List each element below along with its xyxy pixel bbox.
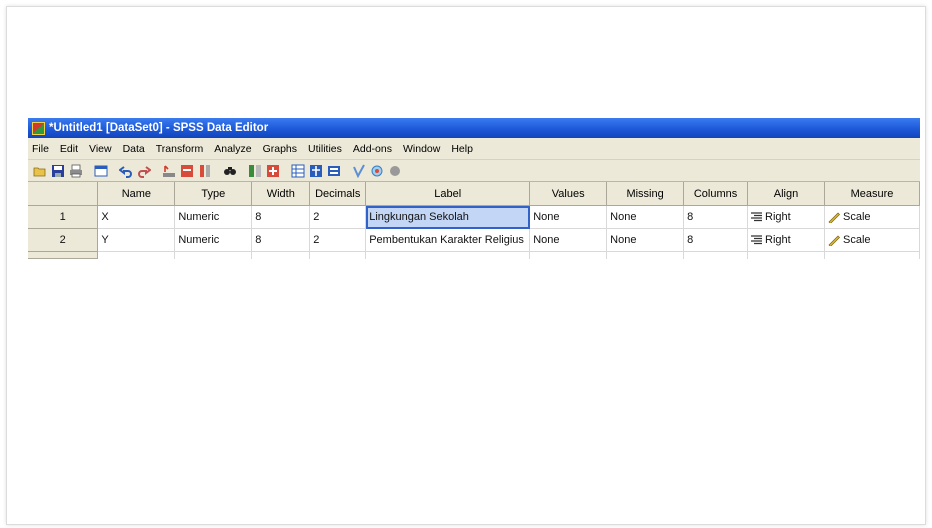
cell-empty[interactable]: [251, 251, 311, 259]
scale-ruler-icon: [828, 212, 840, 224]
cell-values[interactable]: None: [529, 228, 608, 252]
cell-empty[interactable]: [529, 251, 608, 259]
column-header-width[interactable]: Width: [251, 182, 311, 206]
use-sets-icon[interactable]: [326, 164, 341, 178]
cell-decimals[interactable]: 2: [309, 228, 367, 252]
column-header-decimals[interactable]: Decimals: [309, 182, 367, 206]
menu-view[interactable]: View: [89, 143, 112, 155]
script-icon[interactable]: [369, 164, 384, 178]
cell-align[interactable]: Right: [747, 205, 825, 229]
row-number[interactable]: [28, 251, 99, 259]
cell-missing[interactable]: None: [606, 228, 685, 252]
column-header-missing[interactable]: Missing: [606, 182, 685, 206]
align-right-icon: [751, 235, 763, 245]
menu-help[interactable]: Help: [451, 143, 473, 155]
spss-app-icon: [32, 121, 45, 135]
corner-cell[interactable]: [28, 182, 99, 206]
cell-label-selected[interactable]: Lingkungan Sekolah: [365, 205, 531, 229]
goto-case-icon[interactable]: [161, 164, 176, 178]
spelling-icon[interactable]: [351, 164, 366, 178]
menu-analyze[interactable]: Analyze: [214, 143, 251, 155]
header-row: Name Type Width Decimals Label Values Mi…: [28, 182, 920, 206]
row-number[interactable]: 2: [28, 228, 99, 252]
cell-type[interactable]: Numeric: [174, 228, 253, 252]
title-bar[interactable]: *Untitled1 [DataSet0] - SPSS Data Editor: [28, 118, 920, 138]
scale-ruler-icon: [828, 235, 840, 247]
table-row: 1 X Numeric 8 2 Lingkungan Sekolah None …: [28, 205, 920, 229]
screenshot-frame: [6, 6, 926, 525]
cell-columns[interactable]: 8: [683, 205, 749, 229]
cell-empty[interactable]: [824, 251, 920, 259]
align-right-icon: [751, 212, 763, 222]
column-header-label[interactable]: Label: [365, 182, 531, 206]
cell-missing[interactable]: None: [606, 205, 685, 229]
table-row: 2 Y Numeric 8 2 Pembentukan Karakter Rel…: [28, 228, 920, 252]
align-value: Right: [765, 211, 791, 223]
table-row-partial: [28, 251, 920, 259]
cell-measure[interactable]: Scale: [824, 205, 920, 229]
cell-name[interactable]: X: [97, 205, 176, 229]
cell-empty[interactable]: [606, 251, 685, 259]
cell-empty[interactable]: [747, 251, 825, 259]
insert-variable-icon[interactable]: [197, 164, 212, 178]
column-header-columns[interactable]: Columns: [683, 182, 749, 206]
cell-empty[interactable]: [365, 251, 531, 259]
variable-view-grid: Name Type Width Decimals Label Values Mi…: [28, 182, 920, 259]
menu-add-ons[interactable]: Add-ons: [353, 143, 392, 155]
save-icon[interactable]: [50, 164, 65, 178]
print-icon[interactable]: [68, 164, 83, 178]
row-number[interactable]: 1: [28, 205, 99, 229]
split-file-icon[interactable]: [247, 164, 262, 178]
redo-icon[interactable]: [136, 164, 151, 178]
cell-columns[interactable]: 8: [683, 228, 749, 252]
find-icon[interactable]: [222, 164, 237, 178]
cell-decimals[interactable]: 2: [309, 205, 367, 229]
cell-measure[interactable]: Scale: [824, 228, 920, 252]
cell-label[interactable]: Pembentukan Karakter Religius: [365, 228, 531, 252]
column-header-values[interactable]: Values: [529, 182, 608, 206]
select-cases-icon[interactable]: [290, 164, 305, 178]
cell-width[interactable]: 8: [251, 205, 311, 229]
dialog-recall-icon[interactable]: [93, 164, 108, 178]
menu-data[interactable]: Data: [123, 143, 145, 155]
column-header-align[interactable]: Align: [747, 182, 825, 206]
undo-icon[interactable]: [118, 164, 133, 178]
cell-empty[interactable]: [683, 251, 749, 259]
cell-empty[interactable]: [97, 251, 176, 259]
cell-width[interactable]: 8: [251, 228, 311, 252]
cell-type[interactable]: Numeric: [174, 205, 253, 229]
measure-value: Scale: [843, 210, 871, 223]
run-icon[interactable]: [387, 164, 402, 178]
open-icon[interactable]: [32, 164, 47, 178]
column-header-type[interactable]: Type: [174, 182, 253, 206]
column-header-measure[interactable]: Measure: [824, 182, 920, 206]
align-value: Right: [765, 234, 791, 246]
value-labels-icon[interactable]: [308, 164, 323, 178]
cell-empty[interactable]: [174, 251, 253, 259]
cell-name[interactable]: Y: [97, 228, 176, 252]
spss-data-editor-window: *Untitled1 [DataSet0] - SPSS Data Editor…: [28, 118, 920, 259]
menu-graphs[interactable]: Graphs: [263, 143, 297, 155]
cell-align[interactable]: Right: [747, 228, 825, 252]
menu-file[interactable]: File: [32, 143, 49, 155]
insert-case-icon[interactable]: [179, 164, 194, 178]
menu-transform[interactable]: Transform: [156, 143, 203, 155]
column-header-name[interactable]: Name: [97, 182, 176, 206]
menu-bar: File Edit View Data Transform Analyze Gr…: [28, 138, 920, 160]
toolbar: [28, 160, 920, 182]
window-title: *Untitled1 [DataSet0] - SPSS Data Editor: [49, 122, 269, 134]
cell-empty[interactable]: [309, 251, 367, 259]
weight-cases-icon[interactable]: [265, 164, 280, 178]
menu-window[interactable]: Window: [403, 143, 440, 155]
menu-edit[interactable]: Edit: [60, 143, 78, 155]
cell-values[interactable]: None: [529, 205, 608, 229]
menu-utilities[interactable]: Utilities: [308, 143, 342, 155]
measure-value: Scale: [843, 233, 871, 246]
